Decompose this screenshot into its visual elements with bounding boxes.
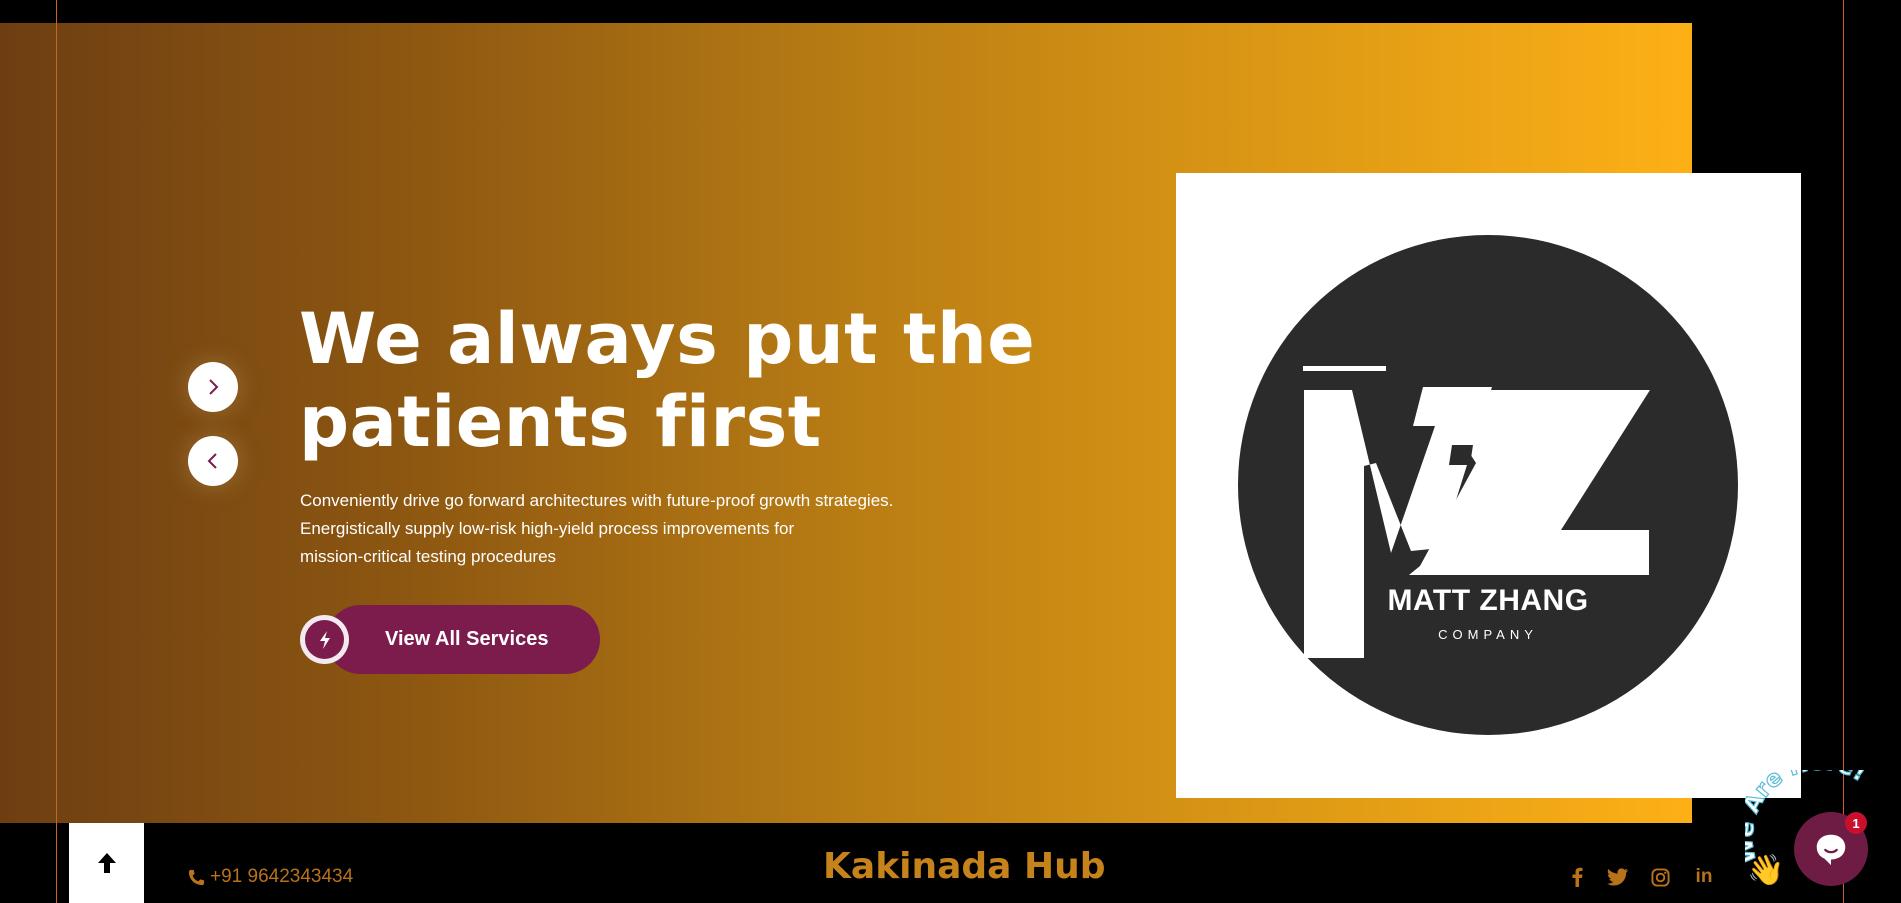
- twitter-icon: [1607, 868, 1628, 886]
- view-all-services-button[interactable]: View All Services: [300, 605, 600, 674]
- hero-description-line-3: mission-critical testing procedures: [300, 547, 557, 566]
- cta-label[interactable]: View All Services: [385, 605, 548, 674]
- arrow-up-icon: [97, 853, 116, 873]
- slider-prev-button[interactable]: [188, 436, 238, 486]
- chat-widget[interactable]: We Are Here! 👋 1: [1745, 770, 1901, 903]
- facebook-icon: [1572, 867, 1583, 887]
- phone-icon: [188, 869, 205, 885]
- slider-next-button[interactable]: [188, 362, 238, 412]
- site-title: Kakinada Hub: [823, 846, 1106, 887]
- logo-brand-subtitle: COMPANY: [1438, 627, 1538, 642]
- matt-zhang-logo-image: [1238, 235, 1738, 735]
- facebook-link[interactable]: [1565, 866, 1589, 888]
- hero-description: Conveniently drive go forward architectu…: [300, 487, 940, 571]
- chat-bubble-icon: [1816, 834, 1846, 866]
- logo-brand-name: MATT ZHANG: [1387, 584, 1589, 617]
- wave-hand-icon: 👋: [1747, 853, 1784, 888]
- company-logo-card: [1176, 173, 1801, 798]
- phone-number[interactable]: +91 9642343434: [210, 866, 353, 888]
- linkedin-icon: in: [1695, 866, 1713, 887]
- hero-headline-line-1: We always put the: [299, 298, 1036, 380]
- scroll-to-top-button[interactable]: [69, 823, 144, 903]
- cta-icon-circle: [305, 620, 344, 659]
- chevron-left-icon: [207, 453, 217, 469]
- phone-link[interactable]: +91 9642343434: [187, 864, 353, 890]
- chat-notification-badge: 1: [1845, 812, 1867, 834]
- hero-description-line-1: Conveniently drive go forward architectu…: [300, 491, 894, 510]
- lightning-bolt-icon: [319, 630, 330, 649]
- cta-icon-ring[interactable]: [300, 615, 349, 664]
- instagram-link[interactable]: [1648, 866, 1672, 888]
- instagram-icon: [1650, 867, 1670, 887]
- hero-description-line-2: Energistically supply low-risk high-yiel…: [300, 519, 795, 538]
- hero-headline: We always put the patients first: [299, 298, 1059, 464]
- linkedin-link[interactable]: in: [1692, 866, 1716, 888]
- twitter-link[interactable]: [1606, 866, 1630, 888]
- hero-headline-line-2: patients first: [299, 381, 822, 463]
- guide-line-left: [56, 0, 57, 903]
- guide-line-right: [1843, 0, 1844, 903]
- chevron-right-icon: [209, 379, 219, 395]
